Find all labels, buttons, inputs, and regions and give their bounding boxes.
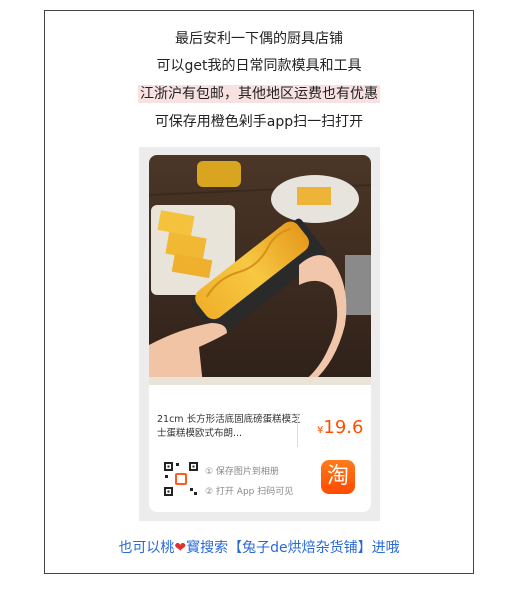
- product-title: 21cm 长方形活底固底磅蛋糕模芝士蛋糕模欧式布朗...: [157, 414, 301, 439]
- taobao-app-icon[interactable]: 淘: [321, 460, 355, 494]
- heart-icon: ❤: [174, 540, 187, 556]
- product-price: ¥19.6: [317, 417, 363, 438]
- promo-line-3: 江浙沪有包邮，其他地区运费也有优惠: [45, 84, 473, 104]
- product-photo: [149, 155, 371, 385]
- card-divider: [297, 413, 298, 447]
- scan-step-2: ② 打开 App 扫码可见: [205, 487, 294, 497]
- price-value: 19.6: [323, 417, 364, 438]
- scan-step-1: ① 保存图片到相册: [205, 467, 279, 477]
- footer-text-before: 也可以桃: [118, 540, 175, 556]
- post-frame: 最后安利一下偶的厨具店铺 可以get我的日常同款模具和工具 江浙沪有包邮，其他地…: [44, 10, 474, 574]
- product-share-card[interactable]: 21cm 长方形活底固底磅蛋糕模芝士蛋糕模欧式布朗... ¥19.6 ① 保存图…: [149, 155, 371, 512]
- promo-line-4: 可保存用橙色剁手app扫一扫打开: [154, 114, 364, 130]
- highlighted-shipping-text: 江浙沪有包邮，其他地区运费也有优惠: [138, 85, 380, 103]
- footer-text-after: 寳搜索【兔子de烘焙杂货铺】进哦: [186, 540, 400, 556]
- shop-search-link[interactable]: 也可以桃❤寳搜索【兔子de烘焙杂货铺】进哦: [45, 538, 473, 558]
- promo-line-1: 最后安利一下偶的厨具店铺: [175, 31, 343, 47]
- product-share-card-bg: 21cm 长方形活底固底磅蛋糕模芝士蛋糕模欧式布朗... ¥19.6 ① 保存图…: [139, 147, 380, 521]
- promo-line-2: 可以get我的日常同款模具和工具: [156, 58, 362, 74]
- qr-code-icon[interactable]: [163, 461, 199, 497]
